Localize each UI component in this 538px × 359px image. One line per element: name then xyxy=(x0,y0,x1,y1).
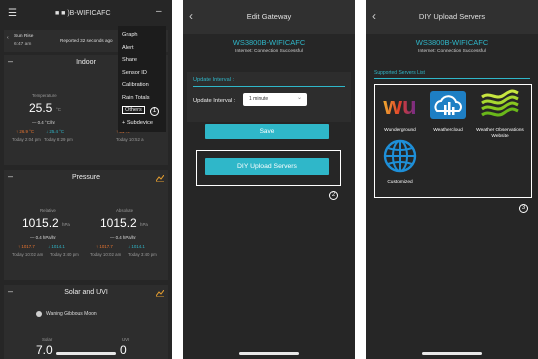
callout-3: 3 xyxy=(519,204,528,213)
solar-uvi-title: Solar and UVI xyxy=(64,289,108,296)
header-title: ■ ■ )B-WIFICAFC xyxy=(55,10,111,17)
relative-unit: hPa xyxy=(62,222,70,227)
relative-max-time: Today 10:02 am xyxy=(12,252,44,257)
weathercloud-logo-icon xyxy=(430,91,466,119)
gateway-info: WS3800B-WIFICAFC Internet: Connection Su… xyxy=(366,38,538,54)
app-header: ‹ DIY Upload Servers xyxy=(366,0,538,34)
update-interval-section: Update Interval : Update Interval : 1 mi… xyxy=(187,72,351,122)
relative-min-time: Today 3:40 pm xyxy=(50,252,79,257)
menu-item-sensor-id[interactable]: Sensor ID xyxy=(122,67,162,80)
server-tile-wow[interactable]: Weather Observations Website xyxy=(476,89,524,140)
absolute-max: ↑ 1017.7 xyxy=(96,244,113,249)
device-options-menu: Graph Alert Share Sensor ID Calibration … xyxy=(118,26,166,132)
callout-1: 1 xyxy=(150,107,159,116)
connection-status: Internet: Connection Successful xyxy=(418,49,486,54)
pressure-title: Pressure xyxy=(71,174,100,181)
solar-value: 7.0 xyxy=(36,343,53,357)
server-label: Wunderground xyxy=(384,128,416,133)
globe-icon xyxy=(383,139,417,173)
absolute-trend: — 0.4 hPa/hr xyxy=(110,235,136,240)
temperature-max: ↑ 26.9 °C xyxy=(16,129,35,134)
temperature-unit: °C xyxy=(56,107,61,112)
connection-status: Internet: Connection Successful xyxy=(235,49,303,54)
chevron-down-icon: ⌄ xyxy=(297,95,303,101)
wunderground-logo-icon: wu xyxy=(382,93,416,120)
app-header: ‹ Edit Gateway xyxy=(183,0,355,34)
humidity-time: Today 10:52 a xyxy=(116,137,144,142)
wu-logo-text: wu xyxy=(382,93,416,120)
uvi-value: 0 xyxy=(120,343,127,357)
gateway-name: WS3800B-WIFICAFC xyxy=(415,38,489,47)
update-interval-label: Update Interval : xyxy=(193,98,236,104)
menu-item-subdevice-row: + Subdevice xyxy=(122,117,162,130)
save-button[interactable]: Save xyxy=(205,124,329,139)
wow-logo-icon xyxy=(481,89,519,117)
menu-item-rain-totals[interactable]: Rain Totals xyxy=(122,92,162,105)
gateway-name: WS3800B-WIFICAFC xyxy=(232,38,306,47)
select-value: 1 minute xyxy=(249,96,269,102)
solar-uvi-card: – Solar and UVI Waning Gibbous Moon Sola… xyxy=(4,285,168,359)
page-title: Edit Gateway xyxy=(246,12,292,21)
menu-item-others[interactable]: Others xyxy=(122,106,145,114)
temperature-max-time: Today 2:04 pm xyxy=(12,137,41,142)
home-indicator xyxy=(239,352,299,355)
absolute-max-time: Today 10:02 am xyxy=(90,252,122,257)
phone-screen-diy-upload-servers: ‹ DIY Upload Servers WS3800B-WIFICAFC In… xyxy=(366,0,538,359)
server-tile-weathercloud[interactable]: Weathercloud xyxy=(424,89,472,134)
phone-screen-dashboard: ☰ ■ ■ )B-WIFICAFC – ‹ Sun Rise 6:47 am R… xyxy=(0,0,172,359)
absolute-value: 1015.2 xyxy=(100,216,137,230)
menu-item-alert[interactable]: Alert xyxy=(122,42,162,55)
chart-icon[interactable] xyxy=(156,175,164,182)
menu-item-graph[interactable]: Graph xyxy=(122,29,162,42)
relative-trend: — 0.4 hPa/hr xyxy=(30,235,56,240)
relative-min: ↓ 1014.1 xyxy=(48,244,65,249)
server-label: Customized xyxy=(387,180,413,185)
moon-icon xyxy=(36,311,42,317)
menu-item-share[interactable]: Share xyxy=(122,54,162,67)
solar-label: Solar xyxy=(42,337,53,342)
server-label: Weathercloud xyxy=(433,128,463,133)
gateway-info: WS3800B-WIFICAFC Internet: Connection Su… xyxy=(183,38,355,54)
sun-rise-time: 6:47 am xyxy=(14,42,32,47)
callout-2: 2 xyxy=(329,191,338,200)
section-divider xyxy=(193,86,345,87)
header-minus-icon[interactable]: – xyxy=(156,6,162,17)
relative-label: Relative xyxy=(40,208,56,213)
sun-rise-label: Sun Rise xyxy=(14,34,34,39)
relative-max: ↑ 1017.7 xyxy=(18,244,35,249)
chevron-left-icon[interactable]: ‹ xyxy=(7,35,9,41)
server-tile-wunderground[interactable]: wu Wunderground xyxy=(376,89,424,134)
reported-status: Reported 32 seconds ago xyxy=(60,38,113,43)
absolute-label: Absolute xyxy=(116,208,134,213)
servers-list-label: Supported Servers List xyxy=(374,70,425,76)
hamburger-menu-icon[interactable]: ☰ xyxy=(8,8,17,19)
absolute-min-time: Today 3:40 pm xyxy=(128,252,157,257)
home-indicator xyxy=(56,352,116,355)
menu-item-subdevice[interactable]: Subdevice xyxy=(127,120,153,126)
server-tile-customized[interactable]: Customized xyxy=(376,139,424,186)
server-label: Weather Observations Website xyxy=(476,128,524,139)
absolute-unit: hPa xyxy=(140,222,148,227)
temperature-trend: — 0.4 °C/hr xyxy=(32,120,55,125)
phone-screen-edit-gateway: ‹ Edit Gateway WS3800B-WIFICAFC Internet… xyxy=(183,0,355,359)
section-divider xyxy=(374,78,530,79)
diy-upload-servers-button[interactable]: DIY Upload Servers xyxy=(205,158,329,175)
temperature-min-time: Today 8:29 pm xyxy=(44,137,73,142)
absolute-min: ↓ 1014.1 xyxy=(128,244,145,249)
pressure-card: – Pressure Relative Absolute 1015.2 hPa … xyxy=(4,170,168,280)
section-label: Update Interval : xyxy=(193,77,235,83)
update-interval-select[interactable]: 1 minute ⌄ xyxy=(243,93,307,106)
page-title: DIY Upload Servers xyxy=(418,12,486,21)
temperature-label: Temperature xyxy=(32,93,57,98)
uvi-label: UVI xyxy=(122,337,130,342)
menu-item-calibration[interactable]: Calibration xyxy=(122,79,162,92)
moon-phase: Waning Gibbous Moon xyxy=(46,311,97,317)
home-indicator xyxy=(422,352,482,355)
temperature-value: 25.5 xyxy=(29,101,53,115)
temperature-min: ↓ 25.4 °C xyxy=(46,129,65,134)
relative-value: 1015.2 xyxy=(22,216,59,230)
chart-icon[interactable] xyxy=(156,290,164,297)
